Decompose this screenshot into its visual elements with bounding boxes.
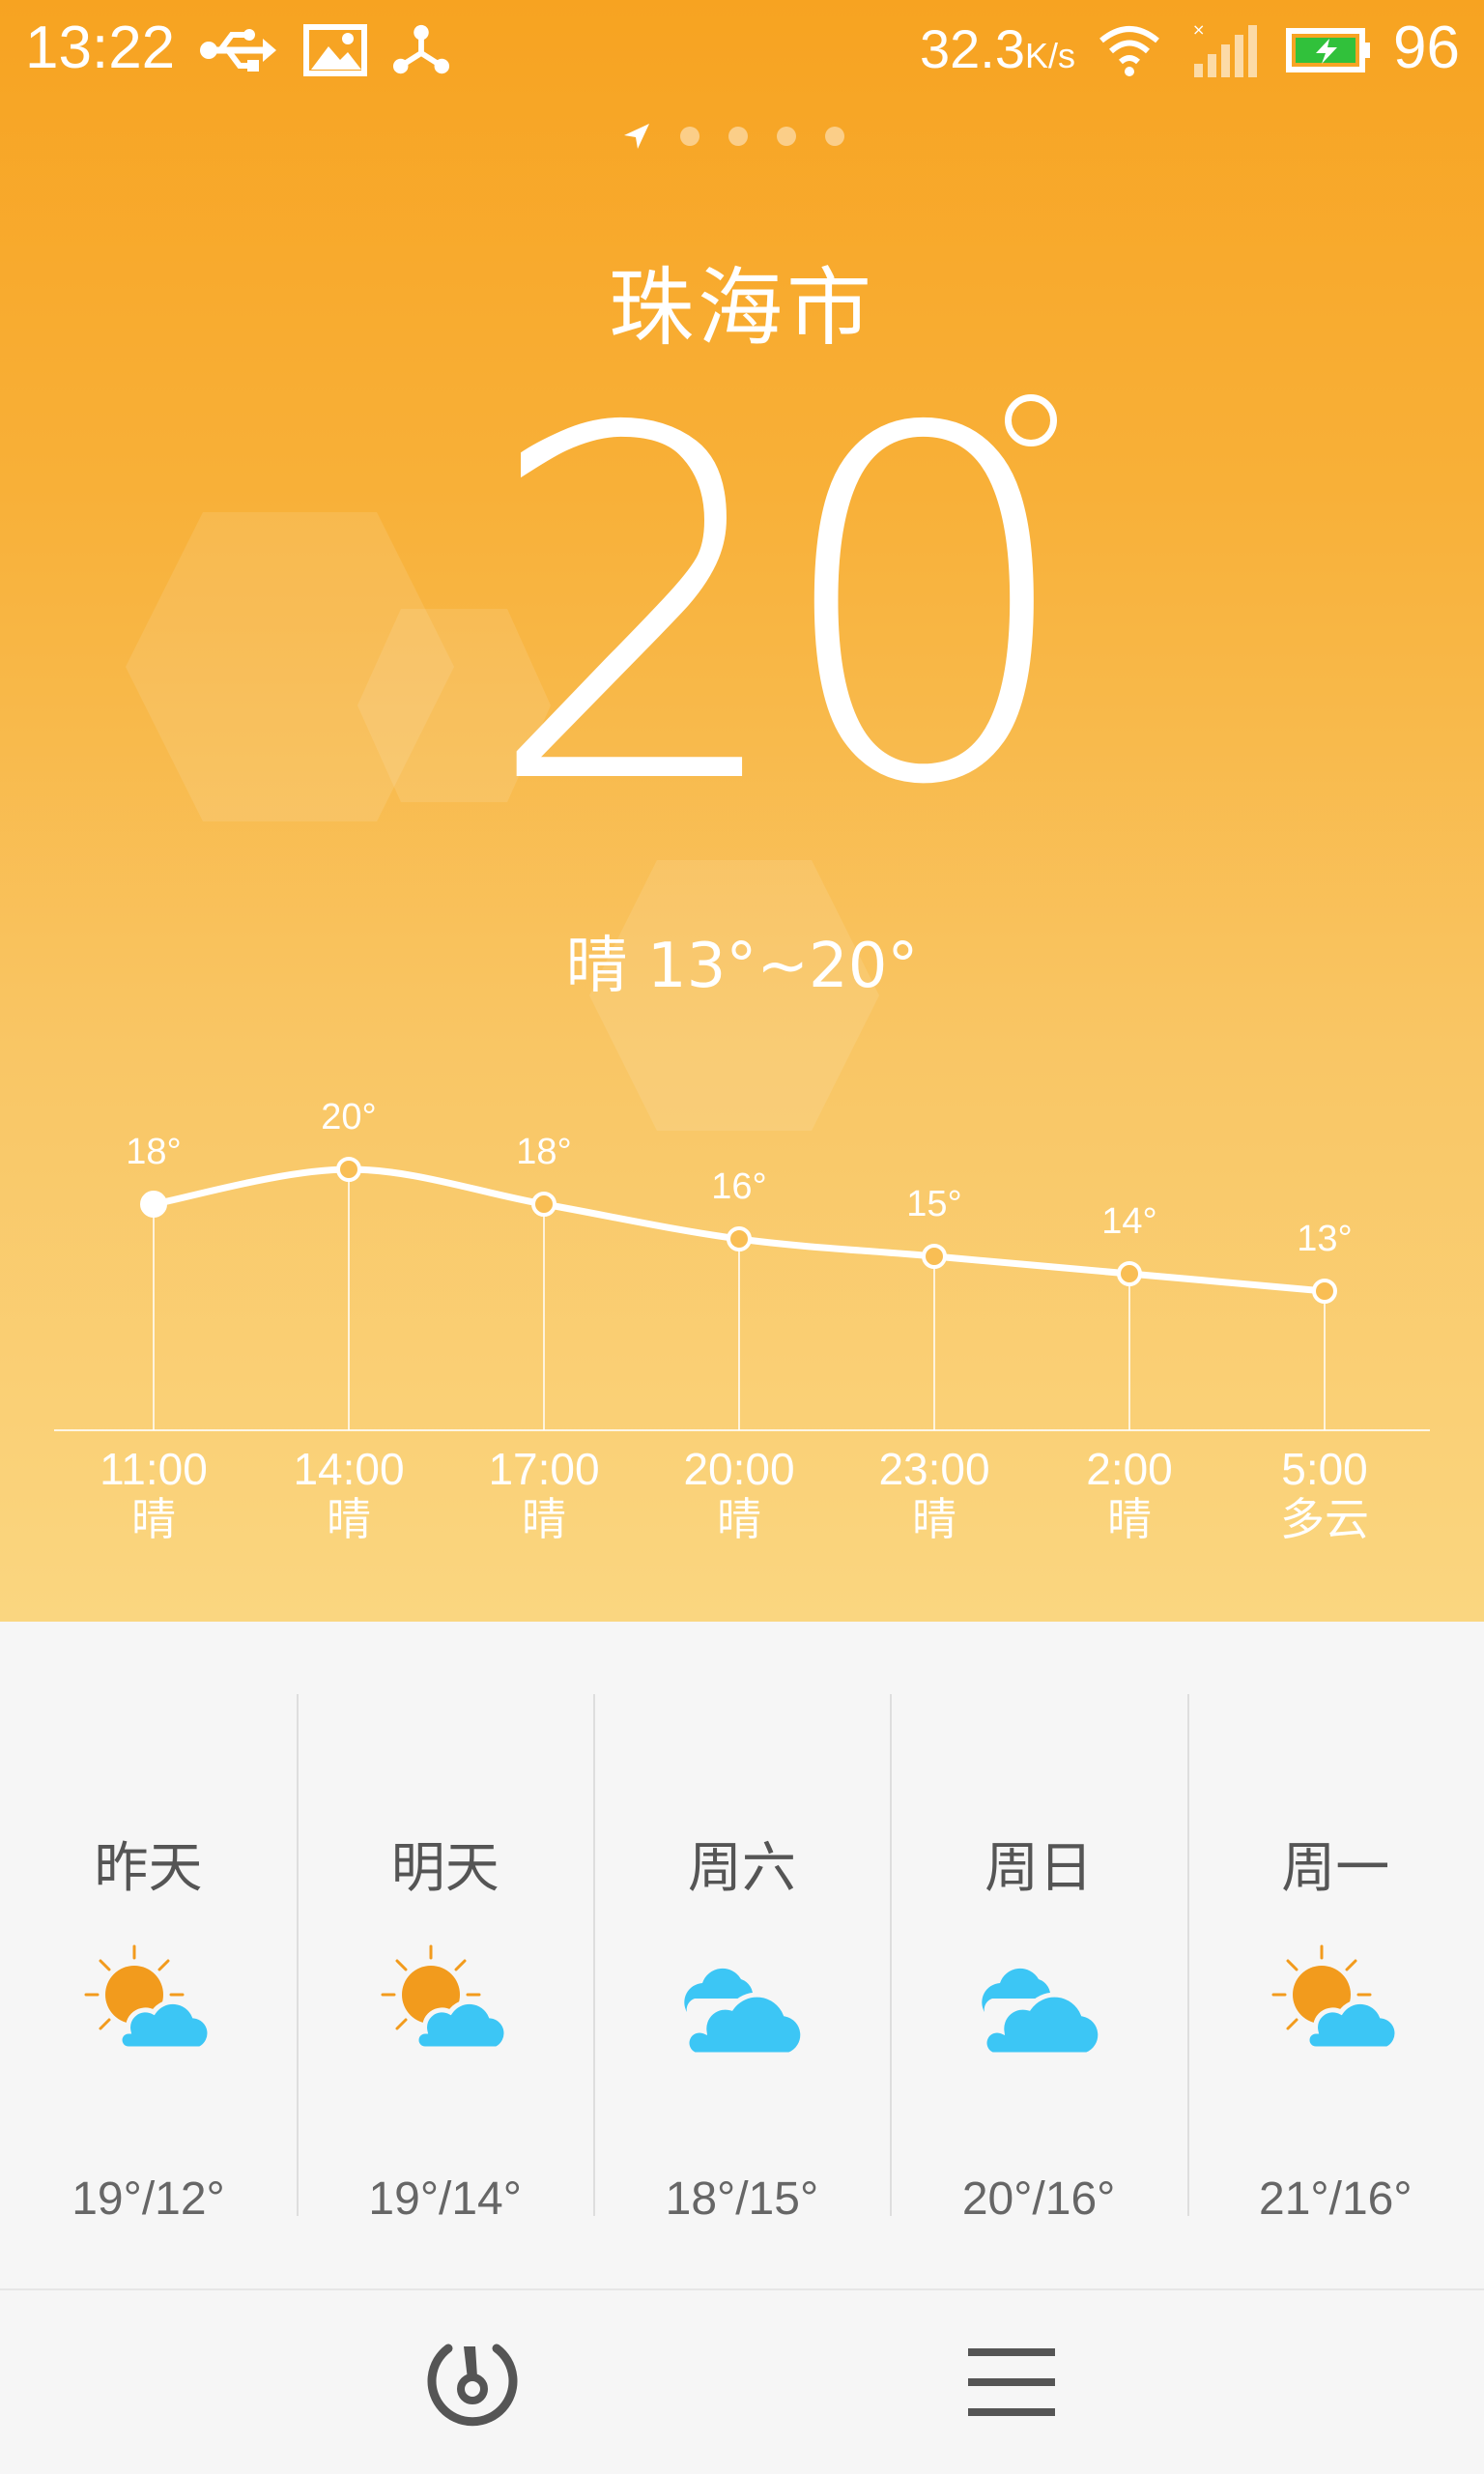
chart-point (336, 1157, 361, 1182)
forecast-day-label: 周日 (985, 1837, 1094, 1900)
forecast-temp-range: 21°/16° (1259, 2173, 1413, 2225)
hour-time: 2:00 (1086, 1444, 1173, 1494)
forecast-day[interactable]: 周六 18°/15° (593, 1689, 890, 2225)
battery-icon (1286, 28, 1370, 72)
forecast-day[interactable]: 明天 19°/14° (297, 1689, 593, 2225)
location-arrow-icon (624, 124, 649, 149)
usb-icon (200, 29, 276, 72)
forecast-temp-range: 18°/15° (665, 2173, 819, 2225)
sun-cloud-icon (1268, 1941, 1403, 2076)
hour-condition: 晴 (1107, 1493, 1152, 1545)
status-time: 13:22 (25, 14, 176, 81)
hourly-slot: 17:00 晴 (447, 1444, 641, 1544)
chart-temp-label: 18° (516, 1132, 571, 1172)
current-temp-value: 20 (483, 328, 1078, 890)
chart-temp-label: 15° (906, 1184, 961, 1224)
chart-temp-label: 20° (321, 1097, 376, 1137)
hour-time: 14:00 (293, 1444, 405, 1494)
current-temperature: 20 (483, 328, 1078, 890)
chart-point (1312, 1279, 1337, 1304)
wifi-icon (1099, 26, 1159, 76)
weather-hero: 13:22 32.3K/s × 96 珠海市 20 晴 13°~20° 18° … (0, 0, 1484, 1622)
chart-temp-label: 16° (711, 1166, 766, 1207)
chart-temp-label: 13° (1297, 1219, 1352, 1259)
hour-time: 5:00 (1281, 1444, 1368, 1494)
share-icon (392, 24, 450, 74)
forecast-temp-range: 19°/14° (368, 2173, 522, 2225)
hour-condition: 晴 (327, 1493, 371, 1545)
hourly-slot: 5:00 多云 (1228, 1444, 1421, 1544)
menu-icon[interactable] (958, 2329, 1065, 2435)
forecast-day-label: 周一 (1281, 1837, 1390, 1900)
forecast-temp-range: 20°/16° (961, 2173, 1116, 2225)
hourly-slot: 23:00 晴 (838, 1444, 1031, 1544)
chart-point (922, 1244, 947, 1269)
page-indicator[interactable] (622, 120, 844, 153)
hourly-slot: 14:00 晴 (252, 1444, 445, 1544)
hour-time: 20:00 (683, 1444, 795, 1494)
today-summary: 晴 13°~20° (565, 931, 919, 1002)
hourly-slot: 11:00 晴 (57, 1444, 250, 1544)
sun-cloud-icon (80, 1941, 215, 2076)
daily-forecast-panel: 昨天 19°/12° 明天 19°/14° 周六 18°/15° 周日 20°/… (0, 1622, 1484, 2288)
chart-point (1117, 1261, 1142, 1286)
network-speed: 32.3K/s (920, 18, 1076, 79)
signal-icon: × (1192, 21, 1257, 77)
forecast-day-label: 周六 (687, 1837, 796, 1900)
forecast-day[interactable]: 周一 21°/16° (1187, 1689, 1484, 2225)
page-dot[interactable] (728, 127, 748, 146)
image-icon (303, 24, 367, 76)
page-dot[interactable] (777, 127, 796, 146)
forecast-day[interactable]: 昨天 19°/12° (0, 1689, 297, 2225)
svg-text:×: × (1192, 21, 1205, 39)
forecast-temp-range: 19°/12° (71, 2173, 225, 2225)
hour-time: 11:00 (100, 1444, 208, 1494)
gauge-icon[interactable] (419, 2329, 526, 2435)
sun-cloud-icon (377, 1941, 512, 2076)
cloud-icon (971, 1941, 1106, 2076)
forecast-day-label: 明天 (390, 1837, 499, 1900)
hourly-slot: 20:00 晴 (642, 1444, 836, 1544)
chart-point (140, 1191, 167, 1218)
hour-condition: 晴 (717, 1493, 761, 1545)
status-bar: 13:22 32.3K/s × 96 (0, 0, 1484, 101)
hour-condition: 晴 (131, 1493, 176, 1545)
chart-point (531, 1192, 556, 1217)
hour-condition: 晴 (522, 1493, 566, 1545)
chart-temp-label: 18° (126, 1132, 181, 1172)
page-dot[interactable] (825, 127, 844, 146)
cloud-icon (673, 1941, 809, 2076)
chart-point (727, 1226, 752, 1251)
battery-level: 96 (1393, 14, 1460, 81)
page-dot[interactable] (680, 127, 699, 146)
hour-condition: 多云 (1280, 1493, 1369, 1545)
chart-temp-label: 14° (1101, 1201, 1156, 1242)
hourly-slot: 2:00 晴 (1033, 1444, 1226, 1544)
forecast-day[interactable]: 周日 20°/16° (891, 1689, 1187, 2225)
degree-symbol (1005, 394, 1057, 446)
hour-condition: 晴 (912, 1493, 956, 1545)
forecast-day-label: 昨天 (94, 1837, 203, 1900)
bottom-navigation (0, 2288, 1484, 2474)
hour-time: 17:00 (488, 1444, 600, 1494)
hour-time: 23:00 (878, 1444, 990, 1494)
